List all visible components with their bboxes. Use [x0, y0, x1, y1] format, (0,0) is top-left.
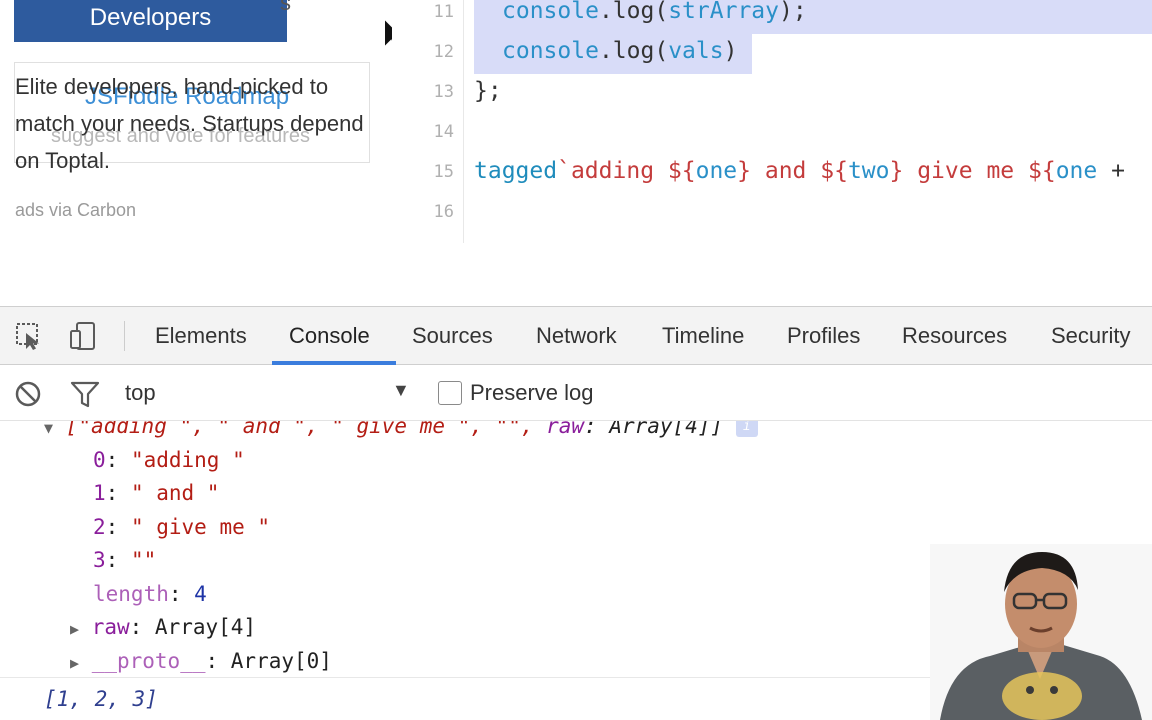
devtools-tab-bar: Elements Console Sources Network Timelin…: [0, 307, 1152, 365]
ads-via-carbon-link[interactable]: ads via Carbon: [15, 200, 136, 221]
line-number: 15: [433, 162, 454, 182]
line-number: 11: [433, 2, 454, 22]
console-array-item: 1: " and ": [93, 481, 220, 505]
code-line-13: };: [474, 78, 502, 104]
console-array-item: 2: " give me ": [93, 515, 271, 539]
tab-profiles[interactable]: Profiles: [787, 323, 860, 349]
tab-console[interactable]: Console: [289, 323, 370, 349]
tab-elements[interactable]: Elements: [155, 323, 247, 349]
console-array-summary[interactable]: ▼ ["adding ", " and ", " give me ", "", …: [44, 421, 758, 441]
info-icon: i: [735, 421, 758, 437]
context-dropdown-arrow-icon[interactable]: ▼: [392, 380, 410, 401]
preserve-log-label[interactable]: Preserve log: [470, 380, 594, 406]
code-editor[interactable]: 11 12 13 14 15 16 console.log(strArray);…: [392, 0, 1152, 243]
tab-resources[interactable]: Resources: [902, 323, 1007, 349]
code-line-12: console.log(vals): [474, 34, 752, 74]
tab-sources[interactable]: Sources: [412, 323, 493, 349]
inspect-element-icon[interactable]: [14, 321, 44, 351]
tab-network[interactable]: Network: [536, 323, 617, 349]
line-number: 12: [433, 42, 454, 62]
collapse-arrow-icon[interactable]: ▼: [44, 421, 53, 443]
console-array-item: 0: "adding ": [93, 448, 245, 472]
console-raw-row[interactable]: ▶ raw: Array[4]: [70, 612, 256, 642]
filter-icon[interactable]: [70, 379, 100, 409]
console-proto-row[interactable]: ▶ __proto__: Array[0]: [70, 646, 332, 676]
console-length-row: length: 4: [93, 582, 207, 606]
presenter-webcam-image: [930, 544, 1152, 720]
toolbar-divider: [124, 321, 125, 351]
console-toolbar: top ▼ Preserve log: [0, 365, 1152, 421]
console-result-value[interactable]: [1, 2, 3]: [44, 684, 158, 714]
ad-banner-tail: s: [280, 0, 291, 15]
clear-console-icon[interactable]: [13, 379, 43, 409]
line-number: 13: [433, 82, 454, 102]
device-mode-icon[interactable]: [68, 321, 98, 351]
console-array-item: 3: "": [93, 548, 157, 572]
tab-security[interactable]: Security: [1051, 323, 1130, 349]
expand-arrow-icon[interactable]: ▶: [70, 648, 79, 678]
ad-panel: Developers s JSFiddle Roadmap suggest an…: [0, 0, 392, 243]
preserve-log-checkbox[interactable]: [438, 381, 462, 405]
line-gutter: 11 12 13 14 15 16: [392, 0, 464, 243]
line-number: 14: [433, 122, 454, 142]
code-line-15: tagged`adding ${one} and ${two} give me …: [474, 158, 1125, 184]
context-selector[interactable]: top: [125, 380, 156, 406]
code-line-11: console.log(strArray);: [474, 0, 1152, 34]
ad-banner[interactable]: Developers: [14, 0, 287, 42]
tab-timeline[interactable]: Timeline: [662, 323, 744, 349]
line-number: 16: [433, 202, 454, 222]
expand-arrow-icon[interactable]: ▶: [70, 614, 79, 644]
ad-text[interactable]: Elite developers, hand-picked to match y…: [15, 68, 375, 179]
